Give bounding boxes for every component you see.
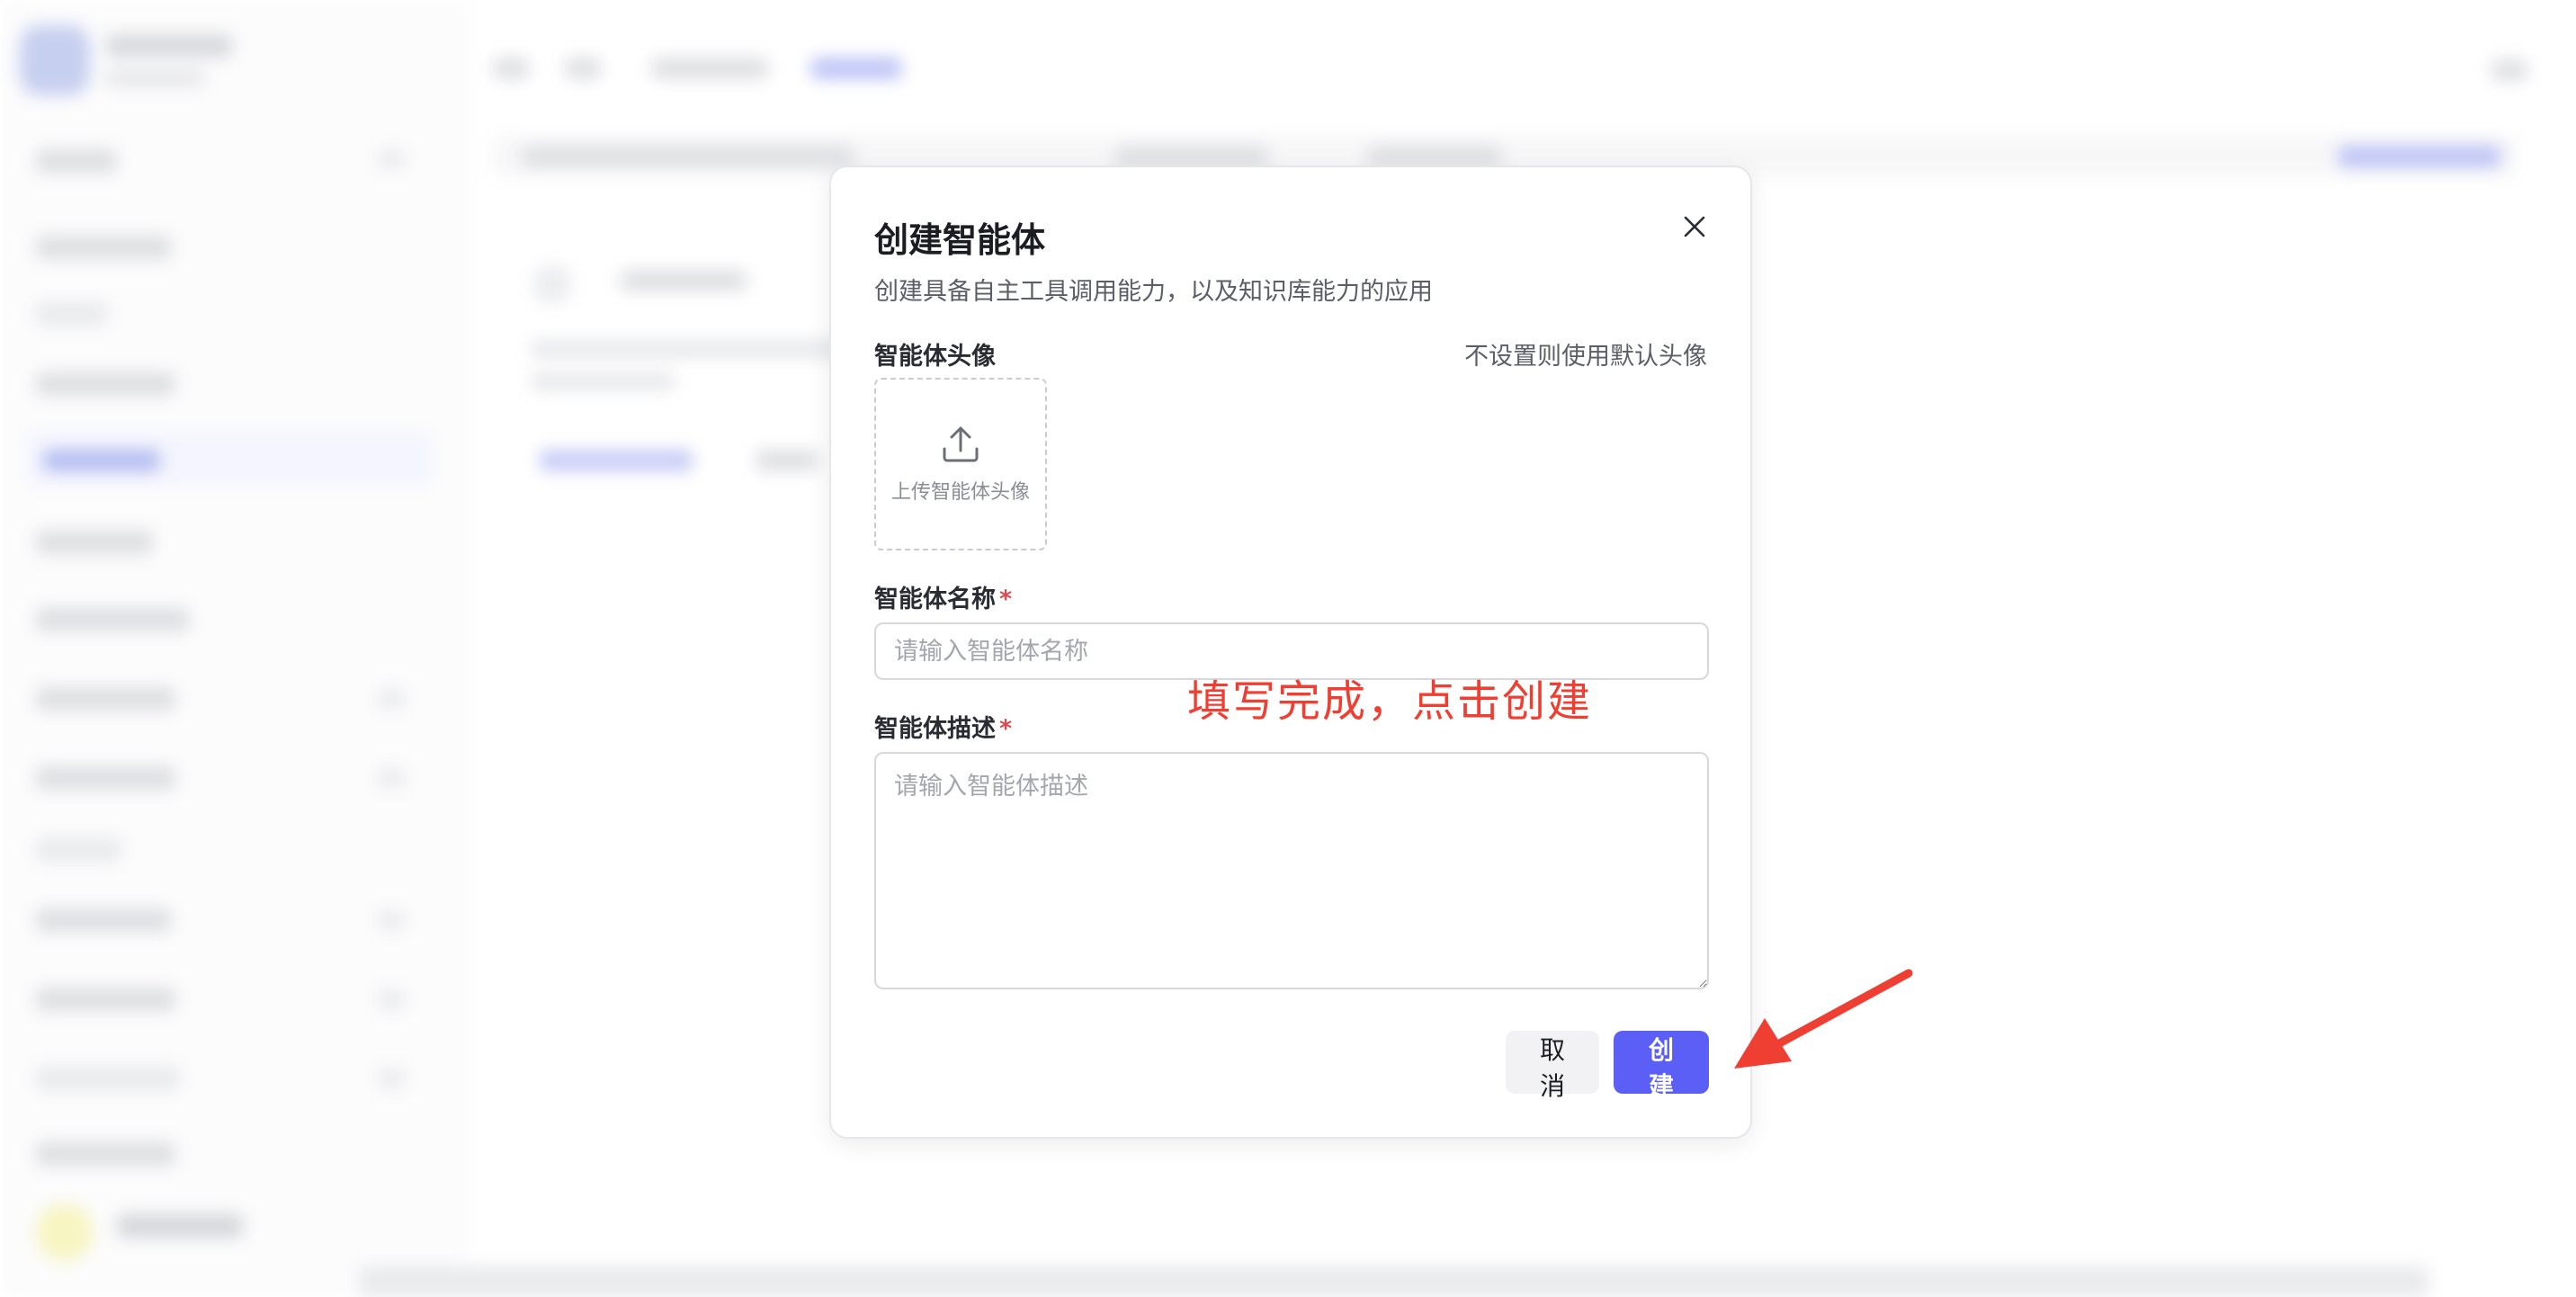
annotation-text: 填写完成，点击创建 (1187, 676, 1593, 727)
avatar-upload-button[interactable]: 上传智能体头像 (874, 378, 1047, 550)
create-agent-modal: 创建智能体 创建具备自主工具调用能力，以及知识库能力的应用 智能体头像 不设置则… (829, 165, 1752, 1139)
avatar-label: 智能体头像 (874, 343, 996, 371)
required-mark: * (999, 586, 1013, 613)
name-label-text: 智能体名称 (874, 586, 996, 613)
create-button[interactable]: 创建 (1614, 1031, 1709, 1101)
modal-title: 创建智能体 (874, 220, 1046, 260)
description-textarea[interactable] (874, 752, 1709, 989)
avatar-hint: 不设置则使用默认头像 (1464, 343, 1707, 371)
upload-icon (943, 426, 979, 462)
upload-text: 上传智能体头像 (890, 481, 1030, 504)
close-button[interactable] (1675, 207, 1714, 246)
name-label: 智能体名称 * (874, 579, 1012, 614)
close-icon (1684, 216, 1705, 237)
cancel-button[interactable]: 取消 (1506, 1031, 1599, 1101)
modal-subtitle: 创建具备自主工具调用能力，以及知识库能力的应用 (874, 278, 1433, 306)
description-label-text: 智能体描述 (874, 715, 996, 743)
description-label: 智能体描述 * (874, 709, 1012, 744)
arrow-icon (1734, 969, 1913, 1069)
required-mark: * (999, 715, 1013, 743)
